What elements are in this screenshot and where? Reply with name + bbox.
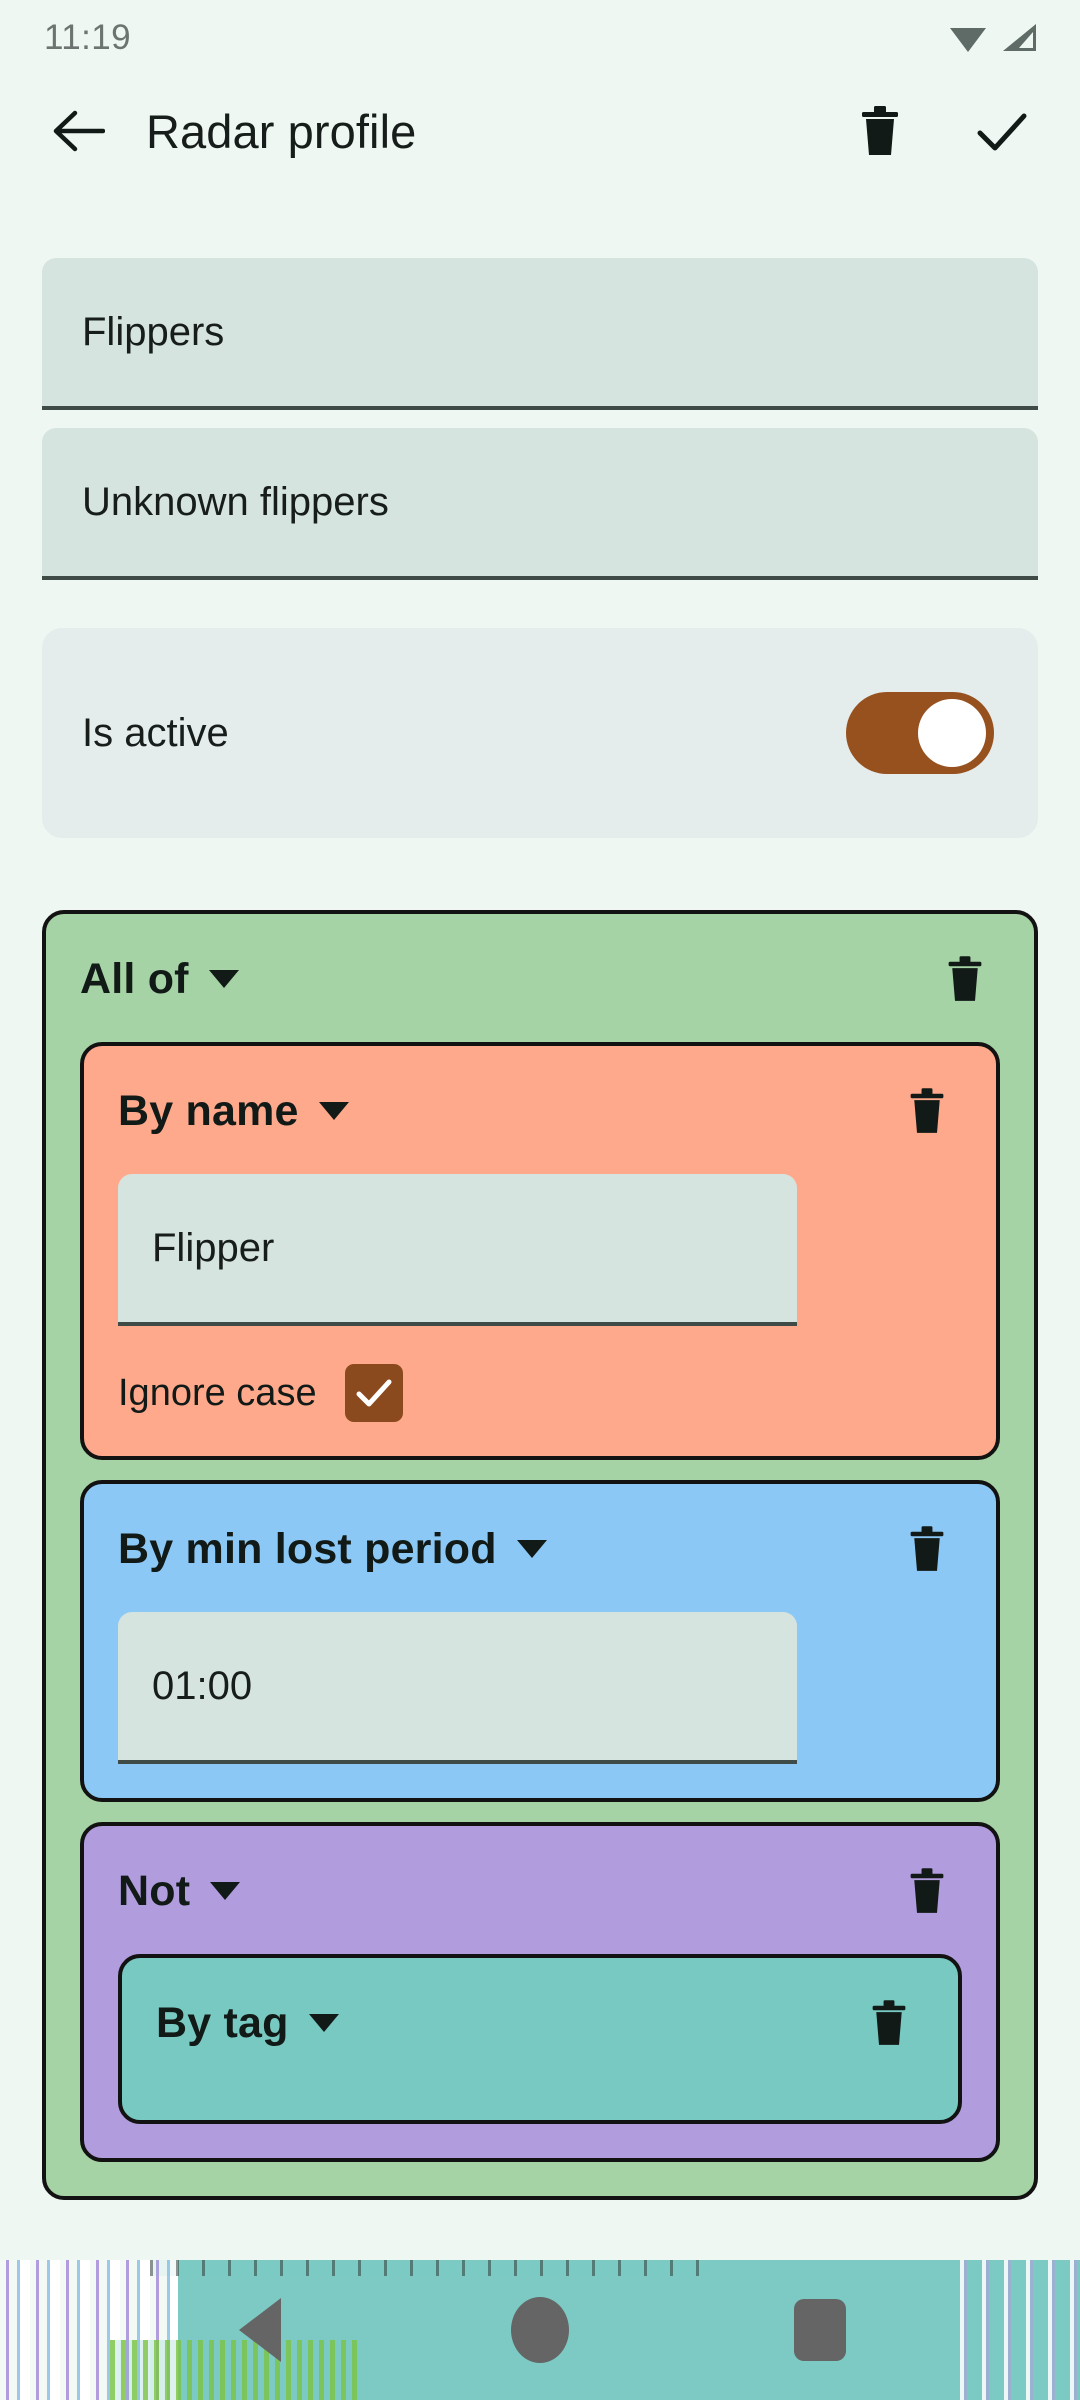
by-name-text-field[interactable]: Flipper	[118, 1174, 797, 1326]
profile-description-field[interactable]: Unknown flippers	[42, 428, 1038, 580]
system-navigation-bar	[0, 2260, 1080, 2400]
profile-name-field[interactable]: Flippers	[42, 258, 1038, 410]
rule-header-by-tag: By tag	[122, 1958, 958, 2086]
rule-card-by-min-lost-period[interactable]: By min lost period 01:00	[80, 1480, 1000, 1802]
ignore-case-label: Ignore case	[118, 1371, 317, 1414]
rule-card-all-of[interactable]: All of By name Flipper Ignore case By mi…	[42, 910, 1038, 2200]
arrow-back-icon[interactable]	[40, 93, 116, 169]
delete-rule-button-not[interactable]	[894, 1858, 960, 1924]
status-bar: 11:19	[0, 0, 1080, 76]
profile-name-value: Flippers	[82, 309, 225, 354]
trash-icon	[948, 956, 982, 1001]
chevron-down-icon[interactable]	[210, 1882, 241, 1900]
profile-form-scroll[interactable]: Flippers Unknown flippers Is active All …	[0, 186, 1080, 2400]
trash-icon	[910, 1526, 944, 1571]
rule-body-by-name: Flipper Ignore case	[84, 1174, 996, 1456]
is-active-toggle[interactable]	[846, 692, 994, 774]
by-name-value: Flipper	[152, 1225, 275, 1270]
chevron-down-icon[interactable]	[208, 970, 239, 988]
check-icon	[977, 113, 1027, 151]
rule-header-by-name: By name	[84, 1046, 996, 1174]
app-bar-actions	[844, 95, 1038, 167]
is-active-label: Is active	[82, 710, 229, 755]
delete-rule-button-by-min-lost-period[interactable]	[894, 1516, 960, 1582]
check-icon	[356, 1379, 392, 1407]
min-lost-period-field[interactable]: 01:00	[118, 1612, 797, 1764]
toggle-knob	[918, 699, 986, 767]
nav-back-button[interactable]	[212, 2282, 308, 2378]
page-title: Radar profile	[146, 104, 417, 158]
rule-children-not: By tag	[84, 1954, 996, 2158]
trash-icon	[862, 106, 898, 155]
ignore-case-checkbox[interactable]	[344, 1364, 403, 1422]
is-active-row[interactable]: Is active	[42, 628, 1038, 838]
rule-type-label-all-of[interactable]: All of	[80, 955, 189, 1004]
min-lost-period-value: 01:00	[152, 1663, 253, 1708]
app-bar: Radar profile	[0, 76, 1080, 186]
rule-body-by-tag	[122, 2086, 958, 2120]
status-clock: 11:19	[44, 18, 131, 57]
trash-icon	[872, 2000, 906, 2045]
rule-type-label-not[interactable]: Not	[118, 1867, 190, 1916]
profile-description-value: Unknown flippers	[82, 479, 389, 524]
trash-icon	[910, 1868, 944, 1913]
rule-card-by-name[interactable]: By name Flipper Ignore case	[80, 1042, 1000, 1460]
ignore-case-row[interactable]: Ignore case	[118, 1364, 962, 1422]
rule-children-all-of: By name Flipper Ignore case By min lost …	[46, 1042, 1034, 2196]
rule-header-all-of: All of	[46, 914, 1034, 1042]
delete-rule-button-all-of[interactable]	[932, 946, 998, 1012]
trash-icon	[910, 1088, 944, 1133]
chevron-down-icon[interactable]	[308, 2014, 339, 2032]
chevron-down-icon[interactable]	[516, 1540, 547, 1558]
phone-screen: 11:19 Radar profile Flippers Unknown fli…	[0, 0, 1080, 2400]
nav-home-button[interactable]	[492, 2282, 588, 2378]
rule-type-label-by-tag[interactable]: By tag	[156, 1999, 289, 2048]
delete-rule-button-by-name[interactable]	[894, 1078, 960, 1144]
rule-card-not[interactable]: Not By tag	[80, 1822, 1000, 2162]
delete-profile-button[interactable]	[844, 95, 916, 167]
wifi-icon	[946, 21, 990, 55]
status-icons	[946, 21, 1040, 55]
delete-rule-button-by-tag[interactable]	[856, 1990, 922, 2056]
rule-header-not: Not	[84, 1826, 996, 1954]
nav-buttons	[0, 2260, 1080, 2400]
nav-home-circle-icon	[511, 2297, 569, 2363]
rule-type-label-by-name[interactable]: By name	[118, 1087, 299, 1136]
nav-recents-button[interactable]	[772, 2282, 868, 2378]
nav-back-triangle-icon	[239, 2298, 281, 2362]
confirm-save-button[interactable]	[966, 95, 1038, 167]
nav-recents-square-icon	[794, 2299, 846, 2361]
rule-type-label-by-min-lost-period[interactable]: By min lost period	[118, 1525, 497, 1574]
rule-card-by-tag[interactable]: By tag	[118, 1954, 962, 2124]
rule-body-by-min-lost-period: 01:00	[84, 1612, 996, 1798]
cellular-signal-icon	[1000, 21, 1040, 55]
rule-header-by-min-lost-period: By min lost period	[84, 1484, 996, 1612]
chevron-down-icon[interactable]	[318, 1102, 349, 1120]
